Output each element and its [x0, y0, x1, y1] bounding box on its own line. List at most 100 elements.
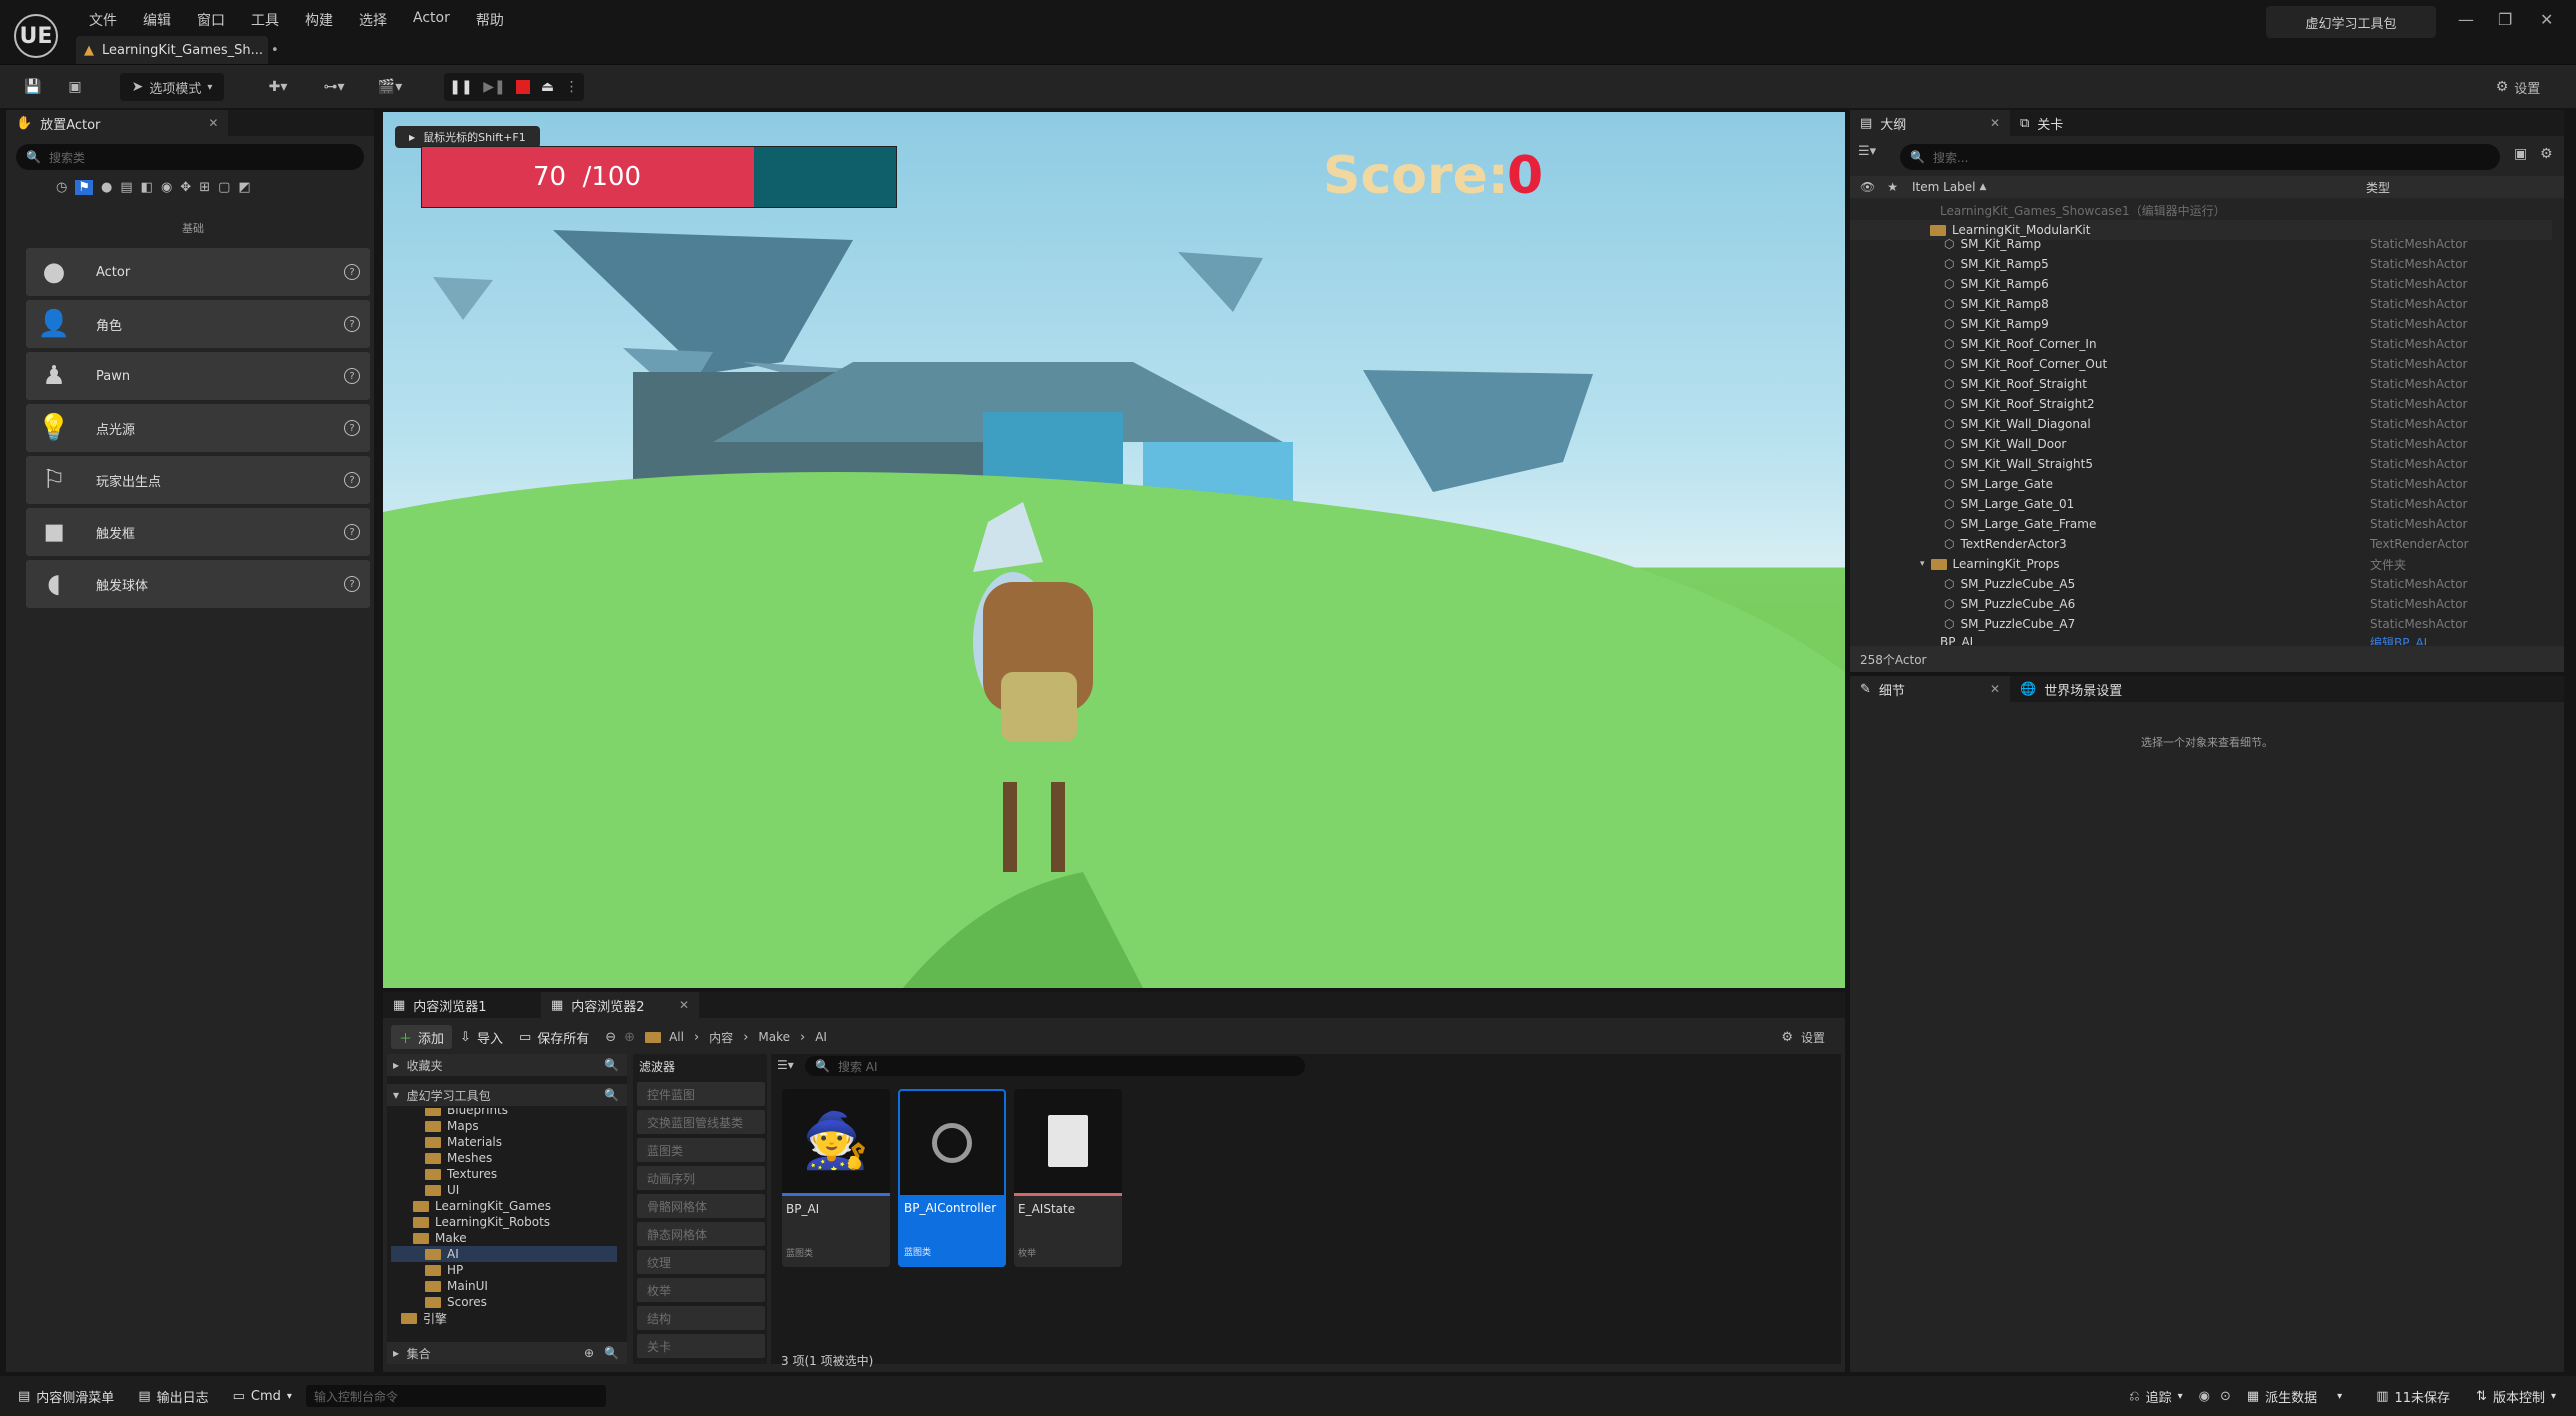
outliner-row[interactable]: ⬡ SM_Kit_Wall_Diagonal StaticMeshActor [1850, 414, 2552, 434]
folder-tree-item[interactable]: HP [425, 1262, 619, 1278]
tab-outliner[interactable]: ▤ 大纲 ✕ [1850, 110, 2010, 136]
tab-world-settings[interactable]: 🌐 世界场景设置 [2010, 676, 2132, 702]
folder-tree-item[interactable]: Materials [425, 1134, 619, 1150]
save-icon[interactable]: 💾 [18, 73, 48, 101]
path-ai[interactable]: AI [815, 1030, 827, 1044]
document-tab[interactable]: ▲ LearningKit_Games_Sh... • [76, 36, 279, 64]
volumes-icon[interactable]: ✥ [180, 180, 191, 195]
game-viewport[interactable]: ▶ 鼠标光标的Shift+F1 70 /100 Score: 0 [383, 112, 1845, 988]
trace-button[interactable]: ⎌ 追踪 ▾ [2121, 1384, 2190, 1408]
menu-tools[interactable]: 工具 [238, 8, 292, 32]
outliner-row[interactable]: ⬡ SM_Kit_Roof_Straight StaticMeshActor [1850, 374, 2552, 394]
filter-item[interactable]: 骨骼网格体 [637, 1194, 765, 1218]
actor-item-trigger-sphere[interactable]: ◖ 触发球体? [26, 560, 370, 608]
gear-icon[interactable]: ⚙ [2540, 146, 2553, 162]
folder-tree-item[interactable]: UI [425, 1182, 619, 1198]
filter-item[interactable]: 控件蓝图 [637, 1082, 765, 1106]
source-control-button[interactable]: ⇅ 版本控制 ▾ [2468, 1384, 2564, 1408]
help-icon[interactable]: ? [344, 576, 360, 592]
add-folder-icon[interactable]: ▣ [2514, 146, 2527, 162]
more-classes-icon[interactable]: ◩ [238, 180, 250, 195]
col-item-label[interactable]: Item Label [1912, 180, 1976, 194]
outliner-row[interactable]: ⬡ SM_Kit_Roof_Corner_Out StaticMeshActor [1850, 354, 2552, 374]
eject-icon[interactable]: ⏏ [541, 79, 554, 95]
outliner-row[interactable]: ⬡ SM_Kit_Roof_Straight2 StaticMeshActor [1850, 394, 2552, 414]
tab-content-browser-1[interactable]: ▦ 内容浏览器1 [383, 992, 541, 1018]
path-content[interactable]: 内容 [709, 1029, 733, 1046]
outliner-row[interactable]: ⬡ SM_Kit_Wall_Door StaticMeshActor [1850, 434, 2552, 454]
filter-item[interactable]: 纹理 [637, 1250, 765, 1274]
place-actors-search[interactable]: 🔍 搜索类 [16, 144, 364, 170]
project-header[interactable]: ▾ 虚幻学习工具包 🔍 [387, 1084, 627, 1106]
filter-item[interactable]: 枚举 [637, 1278, 765, 1302]
folder-tree-item[interactable]: AI [391, 1246, 617, 1262]
cmd-button[interactable]: ▭ Cmd ▾ [225, 1384, 300, 1408]
shapes-icon[interactable]: ▤ [120, 180, 132, 195]
outliner-level-row[interactable]: LearningKit_Games_Showcase1（编辑器中运行） [1850, 200, 2552, 220]
all-classes-icon[interactable]: ▢ [218, 180, 230, 195]
minimize-icon[interactable]: — [2458, 10, 2474, 29]
outliner-row[interactable]: ⬡ SM_PuzzleCube_A6 StaticMeshActor [1850, 594, 2552, 614]
outliner-row[interactable]: ⬡ SM_Large_Gate_01 StaticMeshActor [1850, 494, 2552, 514]
forward-icon[interactable]: ⊕ [624, 1030, 635, 1045]
outliner-row[interactable]: ⬡ SM_Kit_Roof_Corner_In StaticMeshActor [1850, 334, 2552, 354]
filter-icon[interactable]: ☰▾ [777, 1058, 794, 1072]
filter-item[interactable]: 蓝图类 [637, 1138, 765, 1162]
asset-search[interactable]: 🔍 搜索 AI [805, 1056, 1305, 1076]
folder-tree-item[interactable]: LearningKit_Robots [413, 1214, 619, 1230]
actor-item-trigger-box[interactable]: ◼ 触发框? [26, 508, 370, 556]
filter-item[interactable]: 关卡 [637, 1334, 765, 1358]
col-type[interactable]: 类型 [2366, 179, 2390, 196]
close-icon[interactable]: ✕ [208, 116, 218, 130]
cinematics-icon[interactable]: 🎬▾ [368, 73, 412, 101]
import-button[interactable]: ⇩ 导入 [452, 1025, 511, 1049]
close-icon[interactable]: ✕ [2540, 10, 2553, 29]
actor-item-point-light[interactable]: 💡 点光源? [26, 404, 370, 452]
filter-item[interactable]: 动画序列 [637, 1166, 765, 1190]
outliner-row[interactable]: ⬡ TextRenderActor3 TextRenderActor [1850, 534, 2552, 554]
basic-icon[interactable]: ⚑ [75, 180, 93, 195]
outliner-row[interactable]: ⬡ SM_Kit_Wall_Straight5 StaticMeshActor [1850, 454, 2552, 474]
tab-details[interactable]: ✎ 细节 ✕ [1850, 676, 2010, 702]
pause-icon[interactable]: ❚❚ [449, 79, 472, 95]
close-icon[interactable]: ✕ [1990, 116, 2000, 130]
path-all[interactable]: All [669, 1030, 684, 1044]
search-icon[interactable]: 🔍 [604, 1058, 619, 1072]
actor-item-character[interactable]: 👤 角色? [26, 300, 370, 348]
blueprint-icon[interactable]: ⊶▾ [312, 73, 356, 101]
add-actor-icon[interactable]: ✚▾ [256, 73, 300, 101]
maximize-icon[interactable]: ❐ [2498, 10, 2512, 29]
folder-tree-item[interactable]: Maps [425, 1118, 619, 1134]
favorites-header[interactable]: ▸ 收藏夹 🔍 [387, 1054, 627, 1076]
outliner-row[interactable]: ⬡ SM_Large_Gate StaticMeshActor [1850, 474, 2552, 494]
outliner-row-type[interactable]: 编辑BP_AI [2370, 634, 2427, 646]
collections-header[interactable]: ▸ 集合 ⊕ 🔍 [387, 1342, 627, 1364]
outliner-row[interactable]: ⬡ SM_Large_Gate_Frame StaticMeshActor [1850, 514, 2552, 534]
path-make[interactable]: Make [758, 1030, 790, 1044]
tab-place-actors[interactable]: ✋ 放置Actor ✕ [6, 110, 229, 136]
more-icon[interactable]: ⋮ [565, 79, 579, 95]
menu-build[interactable]: 构建 [292, 8, 346, 32]
unsaved-button[interactable]: ▥ 11未保存 [2368, 1384, 2458, 1408]
folder-tree-item[interactable]: Blueprints [425, 1108, 619, 1118]
asset-tile-bp-aicontroller[interactable]: BP_AIController 蓝图类 [898, 1089, 1006, 1267]
tab-levels[interactable]: ⧉ 关卡 [2010, 110, 2073, 136]
outliner-row[interactable]: ⬡ SM_Kit_Ramp StaticMeshActor [1850, 234, 2552, 254]
folder-tree-item[interactable]: 引擎 [401, 1310, 619, 1326]
stop-icon[interactable] [516, 80, 531, 94]
folder-tree-item[interactable]: Scores [425, 1294, 619, 1310]
gear-icon[interactable]: ⚙ [1781, 1030, 1793, 1045]
filter-item[interactable]: 交换蓝图管线基类 [637, 1110, 765, 1134]
filter-icon[interactable]: ☰▾ [1858, 144, 1876, 159]
outliner-row[interactable]: ⬡ SM_PuzzleCube_A7 StaticMeshActor [1850, 614, 2552, 634]
derived-data-button[interactable]: ▦ 派生数据 ▾ [2239, 1384, 2350, 1408]
folder-tree-item[interactable]: Meshes [425, 1150, 619, 1166]
outliner-row[interactable]: ⬡ SM_Kit_Ramp6 StaticMeshActor [1850, 274, 2552, 294]
menu-help[interactable]: 帮助 [463, 8, 517, 32]
menu-file[interactable]: 文件 [76, 8, 130, 32]
record-icon[interactable]: ◉ [2199, 1389, 2210, 1404]
menu-select[interactable]: 选择 [346, 8, 400, 32]
help-icon[interactable]: ? [344, 472, 360, 488]
menu-window[interactable]: 窗口 [184, 8, 238, 32]
add-button[interactable]: ＋ 添加 [391, 1025, 453, 1049]
